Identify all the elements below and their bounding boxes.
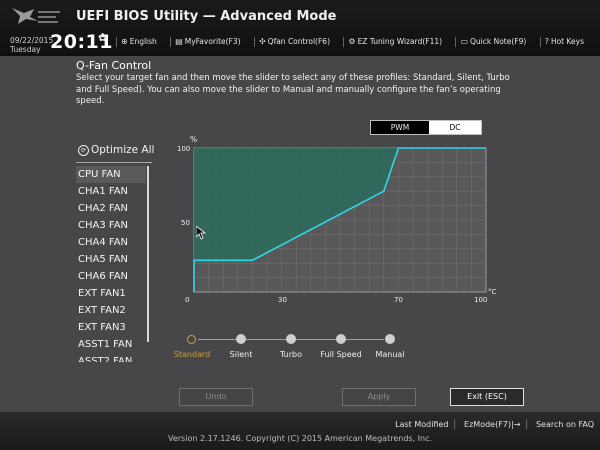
ezmode-link[interactable]: EzMode(F7)|→: [464, 420, 520, 429]
undo-button[interactable]: Undo: [179, 388, 253, 406]
exit-button[interactable]: Exit (ESC): [450, 388, 524, 406]
footer-bar: Last Modified EzMode(F7)|→ Search on FAQ: [0, 412, 600, 450]
profile-node-standard[interactable]: [187, 334, 196, 344]
last-modified-link[interactable]: Last Modified: [395, 420, 448, 429]
profile-node-turbo[interactable]: [286, 334, 296, 344]
profile-label-manual[interactable]: Manual: [360, 350, 420, 359]
apply-button[interactable]: Apply: [342, 388, 416, 406]
profile-node-silent[interactable]: [236, 334, 246, 344]
version-text: Version 2.17.1246. Copyright (C) 2015 Am…: [167, 434, 433, 443]
footer-links: Last Modified EzMode(F7)|→ Search on FAQ: [375, 419, 594, 429]
footer-divider: [454, 419, 456, 429]
profile-node-manual[interactable]: [385, 334, 395, 344]
footer-divider: [526, 419, 528, 429]
search-faq-link[interactable]: Search on FAQ: [536, 420, 594, 429]
mouse-cursor-icon: [196, 226, 206, 240]
fan-curve-chart: [193, 147, 487, 293]
profile-node-full-speed[interactable]: [336, 334, 346, 344]
